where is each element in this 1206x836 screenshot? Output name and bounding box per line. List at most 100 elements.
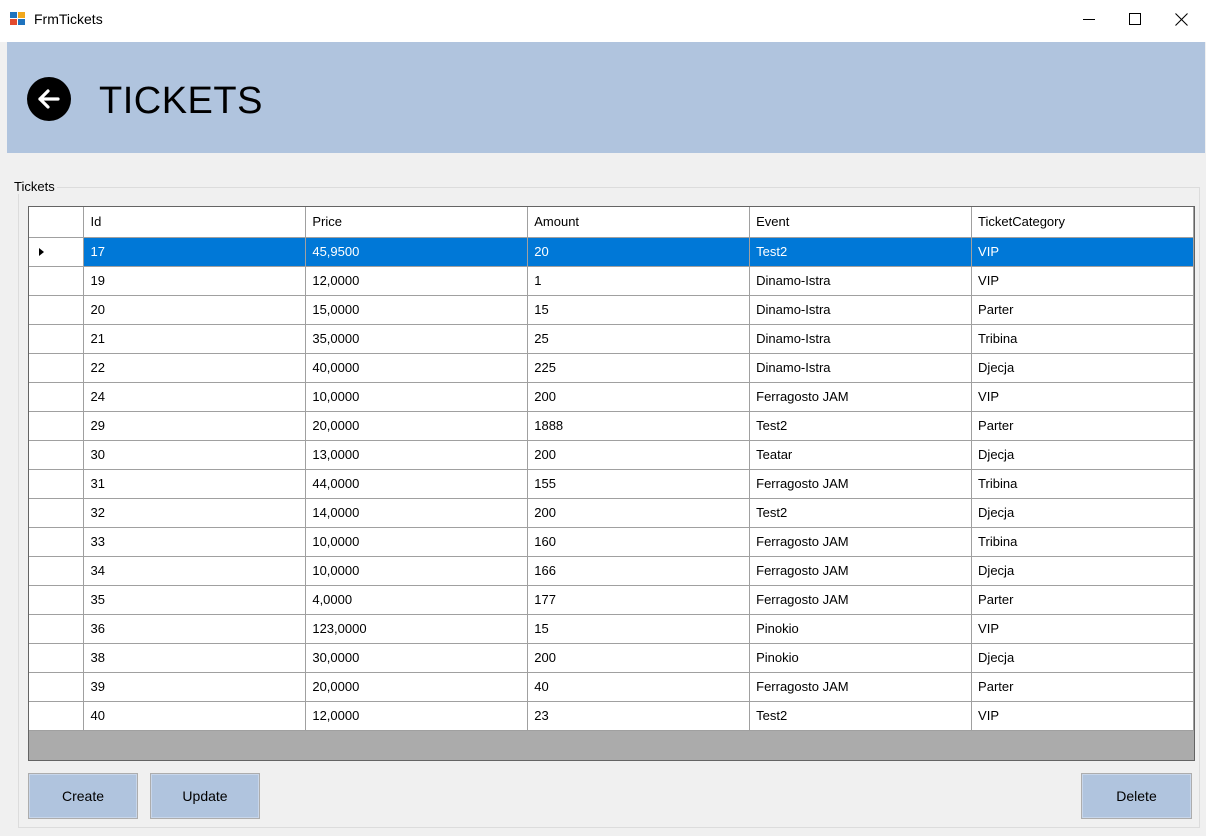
cell-id[interactable]: 24: [83, 382, 307, 412]
table-row[interactable]: 31 44,0000 155 Ferragosto JAM Tribina: [29, 469, 1194, 499]
cell-amount[interactable]: 166: [527, 556, 751, 586]
table-row[interactable]: 35 4,0000 177 Ferragosto JAM Parter: [29, 585, 1194, 615]
cell-amount[interactable]: 155: [527, 469, 751, 499]
cell-event[interactable]: Pinokio: [749, 614, 973, 644]
cell-event[interactable]: Test2: [749, 411, 973, 441]
cell-event[interactable]: Ferragosto JAM: [749, 672, 973, 702]
cell-id[interactable]: 40: [83, 701, 307, 731]
cell-id[interactable]: 20: [83, 295, 307, 325]
cell-event[interactable]: Ferragosto JAM: [749, 585, 973, 615]
cell-event[interactable]: Dinamo-Istra: [749, 353, 973, 383]
column-header-event[interactable]: Event: [749, 207, 973, 238]
table-row[interactable]: 30 13,0000 200 Teatar Djecja: [29, 440, 1194, 470]
row-header[interactable]: [29, 440, 85, 470]
table-row[interactable]: 19 12,0000 1 Dinamo-Istra VIP: [29, 266, 1194, 296]
cell-ticketcategory[interactable]: VIP: [971, 701, 1194, 731]
update-button[interactable]: Update: [150, 773, 260, 819]
row-header[interactable]: [29, 498, 85, 528]
cell-amount[interactable]: 20: [527, 237, 751, 267]
row-header[interactable]: [29, 266, 85, 296]
cell-price[interactable]: 12,0000: [305, 266, 529, 296]
cell-price[interactable]: 30,0000: [305, 643, 529, 673]
cell-event[interactable]: Dinamo-Istra: [749, 295, 973, 325]
cell-event[interactable]: Ferragosto JAM: [749, 527, 973, 557]
cell-event[interactable]: Pinokio: [749, 643, 973, 673]
cell-ticketcategory[interactable]: Djecja: [971, 498, 1194, 528]
cell-ticketcategory[interactable]: Djecja: [971, 643, 1194, 673]
cell-amount[interactable]: 177: [527, 585, 751, 615]
cell-price[interactable]: 12,0000: [305, 701, 529, 731]
cell-id[interactable]: 34: [83, 556, 307, 586]
row-header[interactable]: [29, 353, 85, 383]
cell-event[interactable]: Ferragosto JAM: [749, 556, 973, 586]
column-header-id[interactable]: Id: [83, 207, 307, 238]
table-row[interactable]: 20 15,0000 15 Dinamo-Istra Parter: [29, 295, 1194, 325]
cell-price[interactable]: 10,0000: [305, 556, 529, 586]
cell-event[interactable]: Test2: [749, 701, 973, 731]
minimize-button[interactable]: [1066, 0, 1112, 38]
back-button[interactable]: [27, 77, 71, 121]
cell-id[interactable]: 17: [83, 237, 307, 267]
row-header[interactable]: [29, 527, 85, 557]
cell-id[interactable]: 33: [83, 527, 307, 557]
cell-event[interactable]: Test2: [749, 498, 973, 528]
table-row[interactable]: 38 30,0000 200 Pinokio Djecja: [29, 643, 1194, 673]
cell-id[interactable]: 22: [83, 353, 307, 383]
cell-event[interactable]: Test2: [749, 237, 973, 267]
cell-ticketcategory[interactable]: VIP: [971, 237, 1194, 267]
cell-event[interactable]: Teatar: [749, 440, 973, 470]
cell-ticketcategory[interactable]: Tribina: [971, 527, 1194, 557]
cell-id[interactable]: 30: [83, 440, 307, 470]
cell-amount[interactable]: 200: [527, 382, 751, 412]
cell-amount[interactable]: 1: [527, 266, 751, 296]
cell-ticketcategory[interactable]: Parter: [971, 411, 1194, 441]
cell-ticketcategory[interactable]: Djecja: [971, 556, 1194, 586]
cell-event[interactable]: Dinamo-Istra: [749, 266, 973, 296]
cell-amount[interactable]: 200: [527, 440, 751, 470]
cell-ticketcategory[interactable]: Parter: [971, 672, 1194, 702]
cell-amount[interactable]: 23: [527, 701, 751, 731]
cell-price[interactable]: 44,0000: [305, 469, 529, 499]
cell-ticketcategory[interactable]: Tribina: [971, 469, 1194, 499]
table-row[interactable]: 34 10,0000 166 Ferragosto JAM Djecja: [29, 556, 1194, 586]
cell-event[interactable]: Ferragosto JAM: [749, 469, 973, 499]
table-row[interactable]: 17 45,9500 20 Test2 VIP: [29, 237, 1194, 267]
cell-price[interactable]: 10,0000: [305, 382, 529, 412]
cell-price[interactable]: 10,0000: [305, 527, 529, 557]
table-row[interactable]: 22 40,0000 225 Dinamo-Istra Djecja: [29, 353, 1194, 383]
cell-price[interactable]: 40,0000: [305, 353, 529, 383]
table-row[interactable]: 24 10,0000 200 Ferragosto JAM VIP: [29, 382, 1194, 412]
cell-price[interactable]: 4,0000: [305, 585, 529, 615]
cell-ticketcategory[interactable]: Parter: [971, 295, 1194, 325]
row-header[interactable]: [29, 585, 85, 615]
column-header-price[interactable]: Price: [305, 207, 529, 238]
cell-id[interactable]: 31: [83, 469, 307, 499]
cell-id[interactable]: 38: [83, 643, 307, 673]
table-row[interactable]: 21 35,0000 25 Dinamo-Istra Tribina: [29, 324, 1194, 354]
row-header[interactable]: [29, 237, 85, 267]
cell-ticketcategory[interactable]: Djecja: [971, 440, 1194, 470]
cell-id[interactable]: 29: [83, 411, 307, 441]
table-row[interactable]: 39 20,0000 40 Ferragosto JAM Parter: [29, 672, 1194, 702]
cell-id[interactable]: 39: [83, 672, 307, 702]
row-header[interactable]: [29, 324, 85, 354]
row-header[interactable]: [29, 382, 85, 412]
cell-price[interactable]: 123,0000: [305, 614, 529, 644]
cell-price[interactable]: 15,0000: [305, 295, 529, 325]
column-header-ticketcategory[interactable]: TicketCategory: [971, 207, 1194, 238]
cell-amount[interactable]: 15: [527, 614, 751, 644]
row-header[interactable]: [29, 411, 85, 441]
column-header-amount[interactable]: Amount: [527, 207, 751, 238]
cell-price[interactable]: 20,0000: [305, 411, 529, 441]
table-row[interactable]: 40 12,0000 23 Test2 VIP: [29, 701, 1194, 731]
row-header[interactable]: [29, 701, 85, 731]
cell-amount[interactable]: 1888: [527, 411, 751, 441]
cell-id[interactable]: 21: [83, 324, 307, 354]
cell-ticketcategory[interactable]: VIP: [971, 266, 1194, 296]
cell-id[interactable]: 32: [83, 498, 307, 528]
cell-price[interactable]: 35,0000: [305, 324, 529, 354]
cell-id[interactable]: 35: [83, 585, 307, 615]
cell-price[interactable]: 20,0000: [305, 672, 529, 702]
cell-ticketcategory[interactable]: Tribina: [971, 324, 1194, 354]
table-row[interactable]: 36 123,0000 15 Pinokio VIP: [29, 614, 1194, 644]
